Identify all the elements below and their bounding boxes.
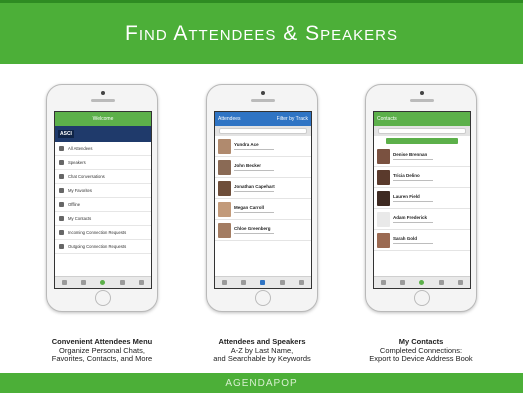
phone-showcase: Welcome ASCI All Attendees Speakers Chat…: [0, 76, 523, 336]
home-button: [95, 290, 111, 306]
offline-icon: [59, 202, 64, 207]
export-button[interactable]: [386, 138, 458, 144]
caption-menu: Convenient Attendees Menu Organize Perso…: [17, 337, 187, 364]
caption-attendees: Attendees and Speakers A-Z by Last Name,…: [177, 337, 347, 364]
list-item[interactable]: Yundra Ace: [215, 136, 311, 157]
captions: Convenient Attendees Menu Organize Perso…: [0, 337, 523, 368]
attendees-tab-icon[interactable]: [100, 280, 106, 285]
camera-icon: [420, 91, 424, 95]
back-button[interactable]: Contacts: [377, 116, 397, 122]
avatar: [377, 232, 390, 248]
phone-attendees: Attendees Filter by Track Yundra Ace Joh…: [206, 84, 318, 312]
page-title: Find Attendees & Speakers: [125, 21, 398, 45]
filter-button[interactable]: Filter by Track: [277, 116, 308, 122]
menu-item-all-attendees[interactable]: All Attendees: [55, 142, 151, 156]
calendar-tab-icon[interactable]: [400, 280, 406, 285]
calendar-tab-icon[interactable]: [81, 280, 87, 285]
list-item[interactable]: Sarah Gold: [374, 230, 470, 251]
avatar: [218, 180, 231, 196]
camera-icon: [261, 91, 265, 95]
tab-bar: [374, 276, 470, 288]
menu-item-incoming[interactable]: Incoming Connection Requests: [55, 226, 151, 240]
attendees-tab-icon[interactable]: [419, 280, 425, 285]
nav-bar: Attendees Filter by Track: [215, 112, 311, 126]
caption-line: Export to Device Address Book: [369, 354, 473, 363]
menu-item-chat[interactable]: Chat Conversations: [55, 170, 151, 184]
home-tab-icon[interactable]: [222, 280, 228, 285]
search-bar: [374, 126, 470, 136]
avatar: [218, 201, 231, 217]
outgoing-icon: [59, 244, 64, 249]
nav-bar: Contacts: [374, 112, 470, 126]
footer-bar: AGENDAPOP: [0, 373, 523, 393]
home-tab-icon[interactable]: [62, 280, 68, 285]
speaker-grill: [410, 99, 434, 102]
contacts-icon: [59, 216, 64, 221]
phone-screen-attendees: Attendees Filter by Track Yundra Ace Joh…: [214, 111, 312, 289]
header-banner: Find Attendees & Speakers: [0, 0, 523, 64]
search-bar: [215, 126, 311, 136]
menu-item-contacts[interactable]: My Contacts: [55, 212, 151, 226]
list-item[interactable]: Lauren Field: [374, 188, 470, 209]
list-item[interactable]: Tricia Delino: [374, 167, 470, 188]
person-icon: [59, 160, 64, 165]
brand-logo: AGENDAPOP: [225, 377, 298, 389]
nav-title: Welcome: [92, 116, 114, 122]
menu-item-outgoing[interactable]: Outgoing Connection Requests: [55, 240, 151, 254]
menu-item-offline[interactable]: Offline: [55, 198, 151, 212]
event-banner: ASCI: [55, 126, 151, 142]
phone-menu: Welcome ASCI All Attendees Speakers Chat…: [46, 84, 158, 312]
phone-screen-menu: Welcome ASCI All Attendees Speakers Chat…: [54, 111, 152, 289]
back-button[interactable]: Attendees: [218, 116, 241, 122]
home-button: [255, 290, 271, 306]
people-icon: [59, 146, 64, 151]
list-item[interactable]: Jonathan Capehart: [215, 178, 311, 199]
avatar: [377, 211, 390, 227]
speaker-grill: [251, 99, 275, 102]
avatar: [377, 169, 390, 185]
map-tab-icon[interactable]: [438, 280, 444, 285]
avatar: [218, 159, 231, 175]
more-tab-icon[interactable]: [138, 280, 144, 285]
speaker-grill: [91, 99, 115, 102]
phone-contacts: Contacts Denise Brennan Tricia Delino La…: [365, 84, 477, 312]
favorites-tab-icon[interactable]: [279, 280, 285, 285]
phone-screen-contacts: Contacts Denise Brennan Tricia Delino La…: [373, 111, 471, 289]
event-logo: ASCI: [58, 130, 74, 138]
tab-bar: [215, 276, 311, 288]
more-tab-icon[interactable]: [457, 280, 463, 285]
star-icon: [59, 188, 64, 193]
list-item[interactable]: Adam Frederick: [374, 209, 470, 230]
home-button: [414, 290, 430, 306]
chat-icon: [59, 174, 64, 179]
menu-item-favorites[interactable]: My Favorites: [55, 184, 151, 198]
incoming-icon: [59, 230, 64, 235]
menu-item-speakers[interactable]: Speakers: [55, 156, 151, 170]
list-item[interactable]: Megan Carroll: [215, 199, 311, 220]
search-input[interactable]: [378, 128, 466, 134]
caption-line: Favorites, Contacts, and More: [51, 354, 153, 363]
map-tab-icon[interactable]: [119, 280, 125, 285]
caption-contacts: My Contacts Completed Connections: Expor…: [336, 337, 506, 364]
list-item[interactable]: John Becker: [215, 157, 311, 178]
calendar-tab-icon[interactable]: [241, 280, 247, 285]
caption-line: and Searchable by Keywords: [213, 354, 311, 363]
camera-icon: [101, 91, 105, 95]
tab-bar: [55, 276, 151, 288]
more-tab-icon[interactable]: [298, 280, 304, 285]
nav-bar: Welcome: [55, 112, 151, 126]
avatar: [377, 190, 390, 206]
list-item[interactable]: Denise Brennan: [374, 146, 470, 167]
banner-text: [77, 132, 78, 136]
list-item[interactable]: Chloe Greenberg: [215, 220, 311, 241]
search-input[interactable]: [219, 128, 307, 134]
attendees-tab-icon[interactable]: [260, 280, 266, 285]
avatar: [377, 148, 390, 164]
home-tab-icon[interactable]: [381, 280, 387, 285]
avatar: [218, 138, 231, 154]
avatar: [218, 222, 231, 238]
